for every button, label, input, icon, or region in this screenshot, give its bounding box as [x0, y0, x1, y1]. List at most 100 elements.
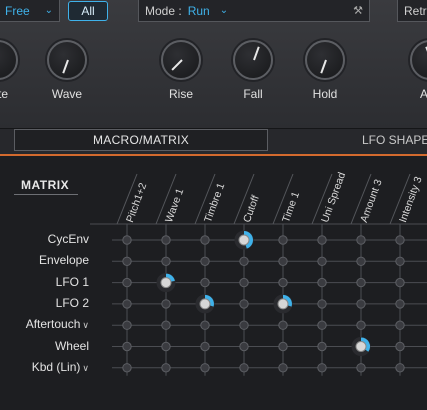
matrix-node[interactable] [239, 341, 249, 352]
matrix-node[interactable] [239, 299, 249, 309]
tab-macro-matrix[interactable]: MACRO/MATRIX [14, 129, 268, 151]
matrix-row-label-text: LFO 1 [55, 274, 89, 289]
matrix-node[interactable] [395, 363, 405, 373]
mode-select[interactable]: Mode : Run ⌄ ⚒ [138, 0, 370, 22]
matrix-row-label[interactable]: Kbd (Lin) ∨ [32, 360, 89, 374]
matrix-node[interactable] [122, 256, 132, 267]
matrix-node-active[interactable] [160, 277, 172, 289]
matrix-node[interactable] [200, 341, 210, 352]
matrix-node[interactable] [395, 256, 405, 267]
matrix-node[interactable] [278, 277, 288, 288]
matrix-panel: MATRIX CycEnv Envelope LFO 1 LFO 2 Aftertouc… [0, 156, 427, 410]
matrix-node[interactable] [395, 235, 405, 245]
matrix-node[interactable] [278, 341, 288, 352]
matrix-node[interactable] [122, 363, 132, 373]
matrix-node[interactable] [278, 363, 288, 373]
matrix-row-label-text: Wheel [54, 338, 89, 353]
mode-value: Run [187, 3, 210, 18]
matrix-node[interactable] [395, 341, 405, 352]
matrix-title-underline [14, 194, 78, 195]
matrix-node[interactable] [161, 299, 171, 309]
chevron-down-icon: ∨ [82, 320, 89, 331]
matrix-node[interactable] [317, 320, 327, 330]
matrix-row-label: CycEnv [48, 232, 89, 246]
matrix-row-label-text: Envelope [38, 253, 89, 268]
rise-knob-label: Rise [168, 87, 193, 101]
matrix-node[interactable] [161, 235, 171, 245]
wrench-icon[interactable]: ⚒ [353, 4, 363, 17]
retrigger-value: Retr [404, 3, 427, 18]
matrix-node[interactable] [278, 256, 288, 267]
matrix-node[interactable] [200, 235, 210, 245]
matrix-node-active[interactable] [199, 298, 211, 310]
chevron-down-icon: ∨ [82, 362, 89, 373]
matrix-node[interactable] [356, 256, 366, 267]
matrix-row-label[interactable]: Aftertouch ∨ [26, 317, 89, 331]
matrix-node[interactable] [317, 235, 327, 245]
wave-knob-label: Wave [51, 87, 83, 101]
voice-select[interactable]: Free ⌄ [0, 0, 60, 22]
matrix-node[interactable] [161, 256, 171, 267]
rate-knob[interactable] [0, 40, 18, 80]
matrix-node[interactable] [395, 299, 405, 309]
wave-knob[interactable] [47, 40, 87, 80]
matrix-node[interactable] [200, 363, 210, 373]
voice-select-value: Free [5, 3, 30, 18]
matrix-row-label: Envelope [39, 253, 89, 267]
matrix-node[interactable] [317, 363, 327, 373]
matrix-node[interactable] [161, 363, 171, 373]
matrix-node[interactable] [395, 277, 405, 288]
hold-knob-label: Hold [312, 87, 338, 101]
matrix-node[interactable] [200, 320, 210, 330]
matrix-row-label-text: Aftertouch [25, 317, 81, 332]
matrix-node[interactable] [122, 235, 132, 245]
matrix-node-active[interactable] [238, 234, 250, 246]
retrigger-select[interactable]: Retr [397, 0, 427, 22]
matrix-node[interactable] [278, 320, 288, 330]
chevron-down-icon: ⌄ [219, 5, 229, 16]
tab-lfo-shaper[interactable]: LFO SHAPER [362, 133, 427, 147]
mode-label: Mode : [145, 3, 182, 18]
matrix-node[interactable] [200, 256, 210, 267]
matrix-node[interactable] [356, 299, 366, 309]
matrix-node[interactable] [356, 277, 366, 288]
matrix-node[interactable] [317, 256, 327, 267]
matrix-row-label-text: Kbd (Lin) [31, 359, 81, 374]
matrix-node[interactable] [278, 235, 288, 245]
matrix-node[interactable] [317, 277, 327, 288]
matrix-node[interactable] [161, 320, 171, 330]
matrix-row-label-text: LFO 2 [55, 295, 89, 310]
matrix-row-label: LFO 2 [56, 296, 89, 310]
fall-knob[interactable] [233, 40, 273, 80]
matrix-node[interactable] [122, 299, 132, 309]
matrix-row-label: Wheel [55, 339, 89, 353]
amount-knob[interactable] [410, 40, 427, 80]
matrix-node[interactable] [200, 277, 210, 288]
matrix-title: MATRIX [21, 178, 70, 192]
matrix-row-label: LFO 1 [56, 275, 89, 289]
matrix-node[interactable] [122, 320, 132, 330]
rise-knob[interactable] [161, 40, 201, 80]
all-filter-button[interactable]: All [68, 1, 108, 21]
matrix-node-active[interactable] [355, 341, 367, 352]
chevron-down-icon: ⌄ [44, 5, 53, 16]
matrix-node-active[interactable] [277, 298, 289, 310]
matrix-node[interactable] [239, 277, 249, 288]
matrix-node[interactable] [239, 363, 249, 373]
lfo-controls-strip: Free ⌄ All Mode : Run ⌄ ⚒ Retr te Wave R… [0, 0, 427, 128]
tab-bar: MACRO/MATRIX LFO SHAPER [0, 128, 427, 157]
matrix-node[interactable] [395, 320, 405, 330]
matrix-node[interactable] [317, 299, 327, 309]
matrix-node[interactable] [356, 320, 366, 330]
matrix-node[interactable] [161, 341, 171, 352]
matrix-node[interactable] [317, 341, 327, 352]
matrix-row-label-text: CycEnv [47, 232, 89, 246]
matrix-node[interactable] [356, 363, 366, 373]
hold-knob[interactable] [305, 40, 345, 80]
matrix-node[interactable] [239, 256, 249, 267]
amount-knob-label: A [419, 87, 427, 101]
matrix-node[interactable] [239, 320, 249, 330]
matrix-node[interactable] [122, 341, 132, 352]
matrix-node[interactable] [122, 277, 132, 288]
matrix-node[interactable] [356, 235, 366, 245]
